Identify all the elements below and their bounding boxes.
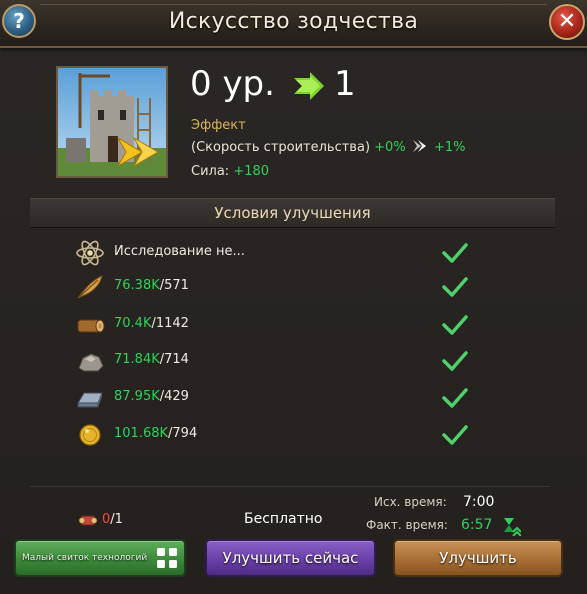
requirement-row-iron: 87.95K/429 <box>74 383 484 413</box>
research-requirement-text: Исследование не... <box>114 244 245 259</box>
upgrade-dialog: ? Искусство зодчества ✕ 0 ур. 1 Эффект (… <box>0 0 587 594</box>
checkmark-icon <box>442 425 468 445</box>
stone-icon <box>78 353 104 372</box>
effect-label: Эффект <box>191 118 246 133</box>
building-image <box>56 66 168 178</box>
castle-tower-icon <box>58 68 166 176</box>
checkmark-icon <box>442 351 468 371</box>
power-line: Сила: +180 <box>191 164 269 179</box>
requirement-row-stone: 71.84K/714 <box>74 346 484 376</box>
gold-coin-icon <box>79 424 101 446</box>
title-bar: ? Искусство зодчества ✕ <box>0 0 587 48</box>
dialog-title: Искусство зодчества <box>168 9 419 34</box>
actual-time-value: 6:57 <box>461 517 493 533</box>
iron-ingot-icon <box>77 392 103 408</box>
level-up-arrow-icon <box>294 72 324 100</box>
use-scroll-label: Малый свиток технологий <box>22 553 148 563</box>
resource-amount: 76.38K/571 <box>114 278 189 293</box>
upgrade-now-button[interactable]: Улучшить сейчас <box>205 539 376 577</box>
checkmark-icon <box>442 315 468 335</box>
next-level: 1 <box>334 64 356 104</box>
resource-amount: 87.95K/429 <box>114 389 189 404</box>
conditions-header: Условия улучшения <box>30 198 555 228</box>
checkmark-icon <box>442 388 468 408</box>
resource-amount: 101.68K/794 <box>114 426 198 441</box>
conditions-title: Условия улучшения <box>214 204 371 222</box>
effect-from-value: +0% <box>374 140 406 155</box>
effect-to-value: +1% <box>433 140 466 155</box>
resource-amount: 70.4K/1142 <box>114 316 189 331</box>
checkmark-icon <box>442 277 468 297</box>
current-level: 0 ур. <box>190 64 275 104</box>
requirement-row-wood: 70.4K/1142 <box>74 310 484 340</box>
effect-line: (Скорость строительства) +0% +1% <box>191 140 466 155</box>
close-button[interactable]: ✕ <box>549 4 585 40</box>
feather-icon <box>77 275 103 299</box>
effect-name: (Скорость строительства) <box>191 140 371 155</box>
requirement-row-research: Исследование не... <box>74 238 484 268</box>
upgrade-button[interactable]: Улучшить <box>393 539 563 577</box>
actual-time-label: Факт. время: <box>366 518 448 532</box>
resource-amount: 71.84K/714 <box>114 352 189 367</box>
power-label: Сила: <box>191 164 230 179</box>
grid-icon <box>157 548 177 568</box>
original-time-value: 7:00 <box>463 494 495 510</box>
atom-research-icon <box>76 240 104 266</box>
checkmark-icon <box>442 243 468 263</box>
wood-log-icon <box>77 319 105 333</box>
divider <box>30 486 550 487</box>
free-label: Бесплатно <box>244 511 323 527</box>
use-scroll-button[interactable]: Малый свиток технологий <box>14 539 186 577</box>
requirement-row-gold: 101.68K/794 <box>74 420 484 450</box>
original-time-label: Исх. время: <box>374 495 447 509</box>
chevron-right-icon <box>412 140 426 152</box>
power-value: +180 <box>233 164 270 179</box>
scroll-count-text: 0/1 <box>102 512 123 527</box>
requirement-row-feather: 76.38K/571 <box>74 272 484 302</box>
hourglass-boost-icon <box>504 518 521 536</box>
scroll-item-icon <box>78 515 98 526</box>
